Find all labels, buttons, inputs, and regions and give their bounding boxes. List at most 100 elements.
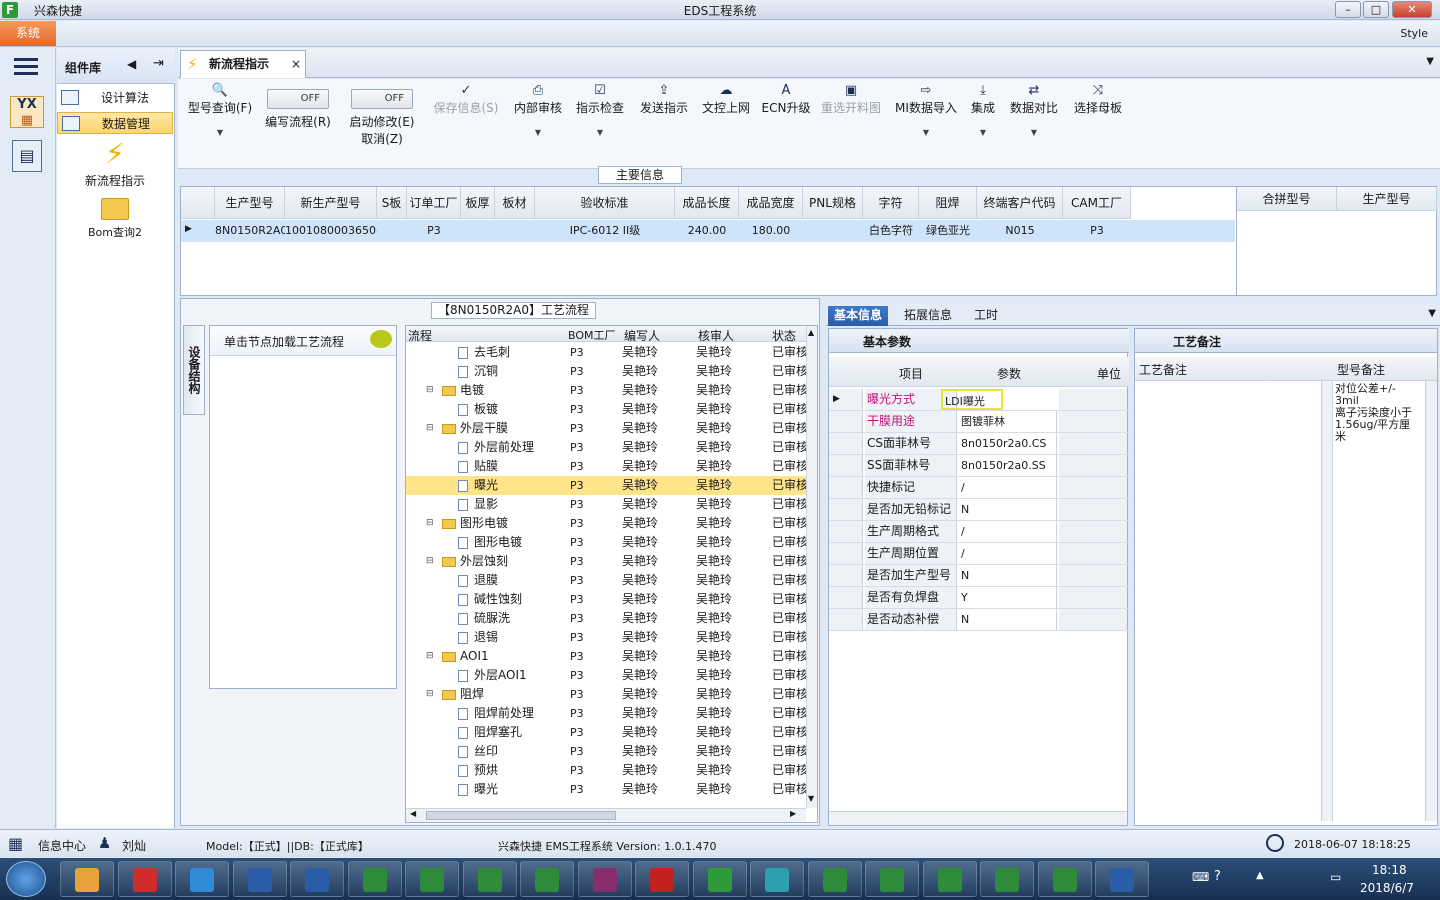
main-info-cell[interactable]: N015 (977, 220, 1063, 242)
process-step[interactable]: 板镀 (458, 400, 498, 419)
process-step[interactable]: 贴膜 (458, 457, 498, 476)
column-header[interactable]: CAM工厂 (1063, 187, 1131, 219)
process-step[interactable]: 外层AOI1 (458, 666, 527, 685)
toggle-switch[interactable]: OFF (267, 89, 329, 109)
main-info-cell[interactable]: 10010800036508 (285, 220, 377, 242)
taskbar-app-button[interactable] (347, 861, 402, 897)
param-value[interactable]: Y (959, 587, 1057, 608)
main-info-cell[interactable]: 180.00 (739, 220, 803, 242)
tab-work-hours[interactable]: 工时 (968, 306, 1004, 326)
process-group[interactable]: 外层干膜 (442, 419, 508, 438)
main-info-cell[interactable]: 240.00 (675, 220, 739, 242)
main-info-cell[interactable]: 白色字符 (863, 220, 919, 242)
scroll-left-icon[interactable]: ◀ (410, 809, 416, 818)
process-step[interactable]: 碱性蚀刻 (458, 590, 522, 609)
process-step[interactable]: 阻焊前处理 (458, 704, 534, 723)
main-info-cell[interactable]: IPC-6012 II级 (535, 220, 675, 242)
param-row[interactable]: 生产周期格式 / (829, 521, 1129, 543)
process-step[interactable]: 阻焊塞孔 (458, 723, 522, 742)
yx-module-icon[interactable]: YX ▦ (10, 96, 44, 128)
param-value[interactable]: / (959, 477, 1057, 498)
save-info-button[interactable]: ✓ 保存信息(S) (428, 83, 504, 116)
send-instruction-button[interactable]: ⇪ 发送指示 (636, 83, 692, 116)
param-value[interactable]: 8n0150r2a0.SS (959, 455, 1057, 476)
system-menu[interactable]: 系统 (0, 21, 56, 46)
scroll-down-icon[interactable]: ▼ (808, 794, 814, 803)
process-step[interactable]: 显影 (458, 495, 498, 514)
main-info-cell[interactable]: 绿色亚光 (919, 220, 977, 242)
column-header[interactable]: 生产型号 (215, 187, 285, 219)
process-step[interactable]: 曝光 (458, 476, 498, 495)
taskbar-app-button[interactable] (922, 861, 977, 897)
taskbar-app-button[interactable] (865, 861, 919, 897)
process-tree-row[interactable]: 阻焊 ⊟ P3 吴艳玲 吴艳玲 已审核 (406, 685, 808, 704)
shortcut-new-flow[interactable]: ⚡ 新流程指示 (57, 136, 173, 189)
reselect-material-button[interactable]: ▣ 重选开料图 (818, 83, 884, 116)
column-header[interactable]: S板 (377, 187, 407, 219)
main-info-cell[interactable]: P3 (407, 220, 461, 242)
type-query-button[interactable]: 🔍 型号查询(F) ▼ (182, 83, 258, 137)
component-item-design-algorithm[interactable]: 设计算法 (57, 87, 173, 109)
vertical-scrollbar[interactable]: ▲ ▼ (806, 326, 817, 808)
process-step[interactable]: 退膜 (458, 571, 498, 590)
integrate-button[interactable]: ⤓ 集成 ▼ (966, 83, 1000, 137)
column-header[interactable]: 字符 (863, 187, 919, 219)
hamburger-menu-icon[interactable] (14, 58, 38, 76)
process-tree-row[interactable]: 曝光 P3 吴艳玲 吴艳玲 已审核 (406, 476, 808, 495)
column-header[interactable]: 新生产型号 (285, 187, 377, 219)
close-button[interactable]: ✕ (1392, 1, 1432, 18)
horizontal-scrollbar[interactable]: ◀ ▶ (406, 808, 806, 822)
tab-new-flow[interactable]: ⚡ 新流程指示 × (180, 50, 306, 78)
process-tree-row[interactable]: 去毛刺 P3 吴艳玲 吴艳玲 已审核 (406, 343, 808, 362)
column-header[interactable]: 终端客户代码 (977, 187, 1063, 219)
process-tree-row[interactable]: 显影 P3 吴艳玲 吴艳玲 已审核 (406, 495, 808, 514)
vertical-scrollbar[interactable] (1321, 381, 1333, 821)
process-tree-row[interactable]: 退膜 P3 吴艳玲 吴艳玲 已审核 (406, 571, 808, 590)
tab-list-dropdown-icon[interactable]: ▼ (1426, 56, 1434, 67)
tray-keyboard-icon[interactable]: ⌨ (1192, 870, 1209, 884)
data-compare-button[interactable]: ⇄ 数据对比 ▼ (1008, 83, 1060, 137)
taskbar-app-button[interactable] (60, 861, 114, 897)
taskbar-app-button[interactable] (692, 861, 747, 897)
column-header[interactable]: 板材 (495, 187, 535, 219)
taskbar-app-button[interactable] (462, 861, 517, 897)
toggle-switch[interactable]: OFF (351, 89, 413, 109)
process-step[interactable]: 去毛刺 (458, 343, 510, 362)
style-menu[interactable]: Style (1400, 27, 1428, 40)
process-group[interactable]: 外层蚀刻 (442, 552, 508, 571)
tab-basic-info[interactable]: 基本信息 (828, 306, 889, 326)
process-tree-row[interactable]: 板镀 P3 吴艳玲 吴艳玲 已审核 (406, 400, 808, 419)
main-info-cell[interactable] (495, 220, 535, 242)
taskbar-app-button[interactable] (405, 861, 459, 897)
collapse-icon[interactable]: ⊟ (426, 685, 434, 704)
scrollbar-thumb[interactable] (426, 811, 616, 820)
process-tree-row[interactable]: 曝光 P3 吴艳玲 吴艳玲 已审核 (406, 780, 808, 799)
start-modify-toggle[interactable]: OFF 启动修改(E) 取消(Z) (344, 83, 420, 147)
taskbar-app-button[interactable] (117, 861, 172, 897)
column-header[interactable]: 成品长度 (675, 187, 739, 219)
param-value[interactable]: N (959, 565, 1057, 586)
process-tree-row[interactable]: 外层前处理 P3 吴艳玲 吴艳玲 已审核 (406, 438, 808, 457)
doc-upload-button[interactable]: ☁ 文控上网 (698, 83, 754, 116)
tab-extended-info[interactable]: 拓展信息 (898, 306, 958, 326)
collapse-icon[interactable]: ⊟ (426, 419, 434, 438)
main-info-cell[interactable] (377, 220, 407, 242)
param-row[interactable]: 是否加无铅标记 N (829, 499, 1129, 521)
pin-panel-icon[interactable]: ⇥ (153, 56, 164, 71)
taskbar-app-button[interactable] (807, 861, 862, 897)
collapse-icon[interactable]: ⊟ (426, 514, 434, 533)
main-info-row[interactable]: ▶ 8N0150R2A0 10010800036508 P3 IPC-6012 II级… (181, 220, 1235, 242)
process-step[interactable]: 退锡 (458, 628, 498, 647)
process-group[interactable]: 图形电镀 (442, 514, 508, 533)
calculator-icon[interactable]: ▤ (12, 140, 42, 172)
shortcut-bom-query[interactable]: Bom查询2 (57, 196, 173, 240)
process-tree-row[interactable]: 阻焊塞孔 P3 吴艳玲 吴艳玲 已审核 (406, 723, 808, 742)
vertical-scrollbar[interactable] (1425, 381, 1437, 821)
info-center-link[interactable]: 信息中心 (38, 837, 86, 854)
collapse-icon[interactable]: ⊟ (426, 381, 434, 400)
internal-review-button[interactable]: ⎙ 内部审核 ▼ (510, 83, 566, 137)
param-row[interactable]: CS面菲林号 8n0150r2a0.CS (829, 433, 1129, 455)
process-tree-row[interactable]: 碱性蚀刻 P3 吴艳玲 吴艳玲 已审核 (406, 590, 808, 609)
param-value[interactable]: 图镀菲林 (959, 411, 1057, 432)
process-tree-row[interactable]: 外层AOI1 P3 吴艳玲 吴艳玲 已审核 (406, 666, 808, 685)
